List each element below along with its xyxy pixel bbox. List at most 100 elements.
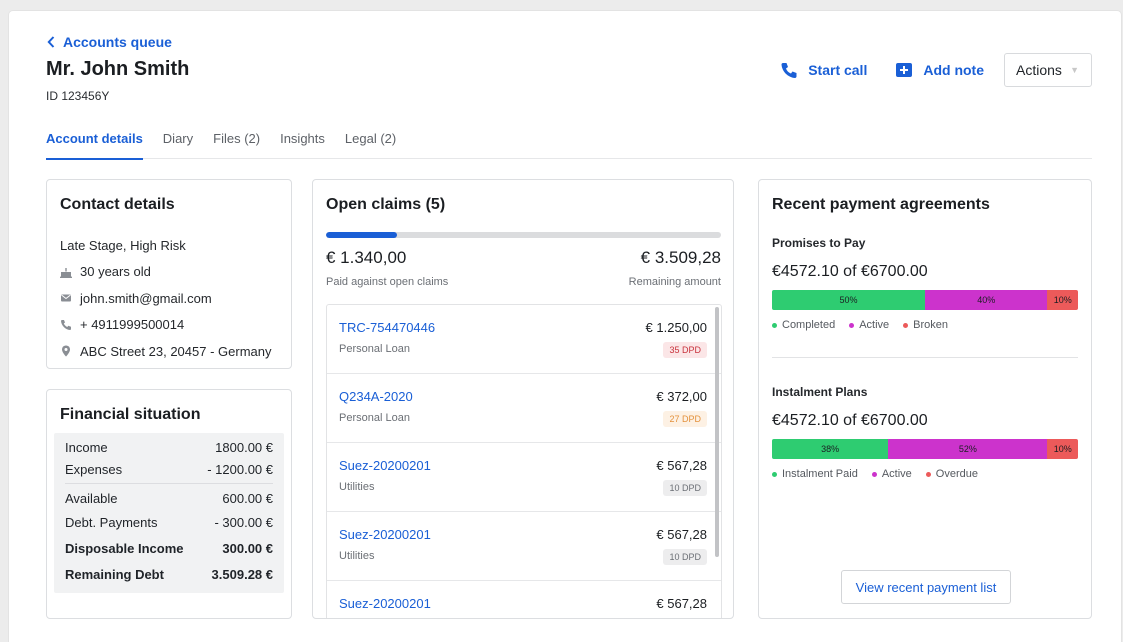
address-line: ABC Street 23, 20457 - Germany bbox=[60, 338, 278, 365]
legend-item: Active bbox=[871, 468, 912, 480]
row-label: Remaining Debt bbox=[65, 566, 164, 582]
phone-line: + 4911999500014 bbox=[60, 312, 278, 339]
claim-ref[interactable]: Q234A-2020 bbox=[339, 389, 413, 404]
dpd-badge: 27 DPD bbox=[663, 411, 707, 427]
legend-item: Broken bbox=[903, 319, 948, 331]
bar-segment-broken: 10% bbox=[1047, 290, 1078, 310]
financial-title: Financial situation bbox=[60, 406, 201, 423]
tab-legal[interactable]: Legal (2) bbox=[345, 131, 396, 159]
plans-amount: €4572.10 of €6700.00 bbox=[772, 412, 928, 429]
dpd-badge: 10 DPD bbox=[663, 480, 707, 496]
bar-segment-overdue: 10% bbox=[1047, 439, 1078, 459]
legend-item: Completed bbox=[772, 319, 835, 331]
agreements-title: Recent payment agreements bbox=[772, 196, 990, 213]
claim-item[interactable]: TRC-754470446 Personal Loan € 1.250,00 35 … bbox=[327, 305, 721, 374]
claim-item[interactable]: Q234A-2020 Personal Loan € 372,00 27 DPD bbox=[327, 374, 721, 443]
bar-segment-paid: 38% bbox=[772, 439, 889, 459]
claim-ref[interactable]: Suez-20200201 bbox=[339, 596, 431, 611]
tab-account-details[interactable]: Account details bbox=[46, 131, 143, 160]
financial-row-available: Available 600.00 € bbox=[65, 483, 273, 509]
back-link-label: Accounts queue bbox=[63, 34, 172, 50]
legend-item: Instalment Paid bbox=[772, 468, 858, 480]
claims-amounts: € 1.340,00 € 3.509,28 bbox=[326, 248, 721, 268]
legend-dot bbox=[871, 471, 877, 477]
remaining-amount: € 3.509,28 bbox=[640, 248, 721, 267]
claim-type: Personal Loan bbox=[339, 343, 410, 355]
row-label: Income bbox=[65, 439, 108, 455]
claim-amount: € 567,28 bbox=[656, 596, 707, 611]
claims-list: TRC-754470446 Personal Loan € 1.250,00 35 … bbox=[326, 304, 722, 618]
start-call-button[interactable]: Start call bbox=[780, 61, 867, 79]
age-line: 30 years old bbox=[60, 259, 278, 286]
row-value: 600.00 € bbox=[222, 490, 273, 506]
bar-segment-active: 52% bbox=[888, 439, 1048, 459]
bar-segment-completed: 50% bbox=[772, 290, 925, 310]
claims-progress-fill bbox=[326, 232, 398, 238]
financial-row-disposable-income: Disposable Income 300.00 € bbox=[65, 535, 273, 561]
contact-title: Contact details bbox=[60, 196, 175, 213]
claim-ref[interactable]: Suez-20200201 bbox=[339, 527, 431, 542]
address-text: ABC Street 23, 20457 - Germany bbox=[80, 343, 272, 359]
claim-type: Personal Loan bbox=[339, 412, 410, 424]
chevron-left-icon bbox=[47, 36, 55, 48]
legend-dot bbox=[772, 322, 777, 328]
claim-amount: € 1.250,00 bbox=[645, 320, 707, 335]
legend-dot bbox=[925, 471, 931, 477]
header-actions: Start call Add note Actions ▼ bbox=[780, 53, 1092, 87]
legend-label: Completed bbox=[782, 319, 836, 331]
claim-ref[interactable]: TRC-754470446 bbox=[339, 320, 435, 335]
email-line: john.smith@gmail.com bbox=[60, 285, 278, 312]
tab-diary[interactable]: Diary bbox=[163, 131, 193, 159]
cake-icon bbox=[60, 267, 72, 278]
remaining-label: Remaining amount bbox=[628, 276, 721, 288]
claims-progress-bar bbox=[326, 232, 721, 238]
legend-item: Active bbox=[849, 319, 889, 331]
plans-label: Instalment Plans bbox=[772, 385, 868, 399]
phone-icon bbox=[61, 319, 71, 330]
financial-table: Income 1800.00 € Expenses - 1200.00 € Avai… bbox=[54, 433, 284, 593]
row-value: - 300.00 € bbox=[214, 514, 273, 530]
tab-bar: Account details Diary Files (2) Insights… bbox=[46, 131, 1092, 160]
promises-amount: €4572.10 of €6700.00 bbox=[772, 263, 928, 280]
claim-amount: € 567,28 bbox=[656, 527, 707, 542]
plans-bar: 38% 52% 10% bbox=[772, 439, 1078, 459]
promises-bar: 50% 40% 10% bbox=[772, 290, 1078, 310]
paid-amount: € 1.340,00 bbox=[326, 248, 407, 267]
customer-name: Mr. John Smith bbox=[46, 58, 190, 80]
dpd-badge: 35 DPD bbox=[663, 342, 707, 358]
financial-row-remaining-debt: Remaining Debt 3.509.28 € bbox=[65, 561, 273, 587]
legend-label: Instalment Paid bbox=[782, 468, 858, 480]
segment-line: Late Stage, High Risk bbox=[60, 232, 278, 259]
row-value: 1800.00 € bbox=[215, 439, 273, 455]
claim-item[interactable]: Suez-20200201 Utilities € 567,28 10 DPD bbox=[327, 512, 721, 581]
actions-label: Actions bbox=[1016, 62, 1062, 78]
legend-dot bbox=[772, 471, 777, 477]
add-note-button[interactable]: Add note bbox=[895, 61, 984, 79]
actions-dropdown[interactable]: Actions ▼ bbox=[1004, 53, 1092, 87]
financial-card: Financial situation Income 1800.00 € Expe… bbox=[46, 389, 292, 619]
row-value: 3.509.28 € bbox=[211, 566, 273, 582]
email-text[interactable]: john.smith@gmail.com bbox=[80, 291, 212, 306]
claim-ref[interactable]: Suez-20200201 bbox=[339, 458, 431, 473]
claim-item[interactable]: Suez-20200201 Utilities € 567,28 10 DPD bbox=[327, 443, 721, 512]
claims-scrollbar[interactable] bbox=[715, 307, 719, 557]
row-label: Debt. Payments bbox=[65, 514, 158, 530]
promises-label: Promises to Pay bbox=[772, 236, 866, 250]
legend-label: Active bbox=[881, 468, 912, 480]
customer-id: ID 123456Y bbox=[46, 89, 110, 103]
legend-item: Overdue bbox=[925, 468, 978, 480]
phone-icon bbox=[781, 63, 797, 78]
promises-legend: Completed Active Broken bbox=[772, 319, 1078, 331]
chevron-down-icon: ▼ bbox=[1070, 65, 1079, 75]
back-link[interactable]: Accounts queue bbox=[47, 34, 172, 50]
agreements-card: Recent payment agreements Promises to Pa… bbox=[758, 179, 1092, 619]
tab-files[interactable]: Files (2) bbox=[213, 131, 260, 159]
legend-dot bbox=[849, 322, 855, 328]
phone-text[interactable]: + 4911999500014 bbox=[80, 317, 184, 332]
claim-item[interactable]: Suez-20200201 € 567,28 bbox=[327, 581, 721, 618]
claims-title: Open claims (5) bbox=[326, 196, 446, 213]
view-payment-list-button[interactable]: View recent payment list bbox=[841, 570, 1011, 604]
tab-insights[interactable]: Insights bbox=[280, 131, 325, 159]
financial-row-income: Income 1800.00 € bbox=[65, 436, 273, 458]
mail-icon bbox=[61, 294, 71, 302]
